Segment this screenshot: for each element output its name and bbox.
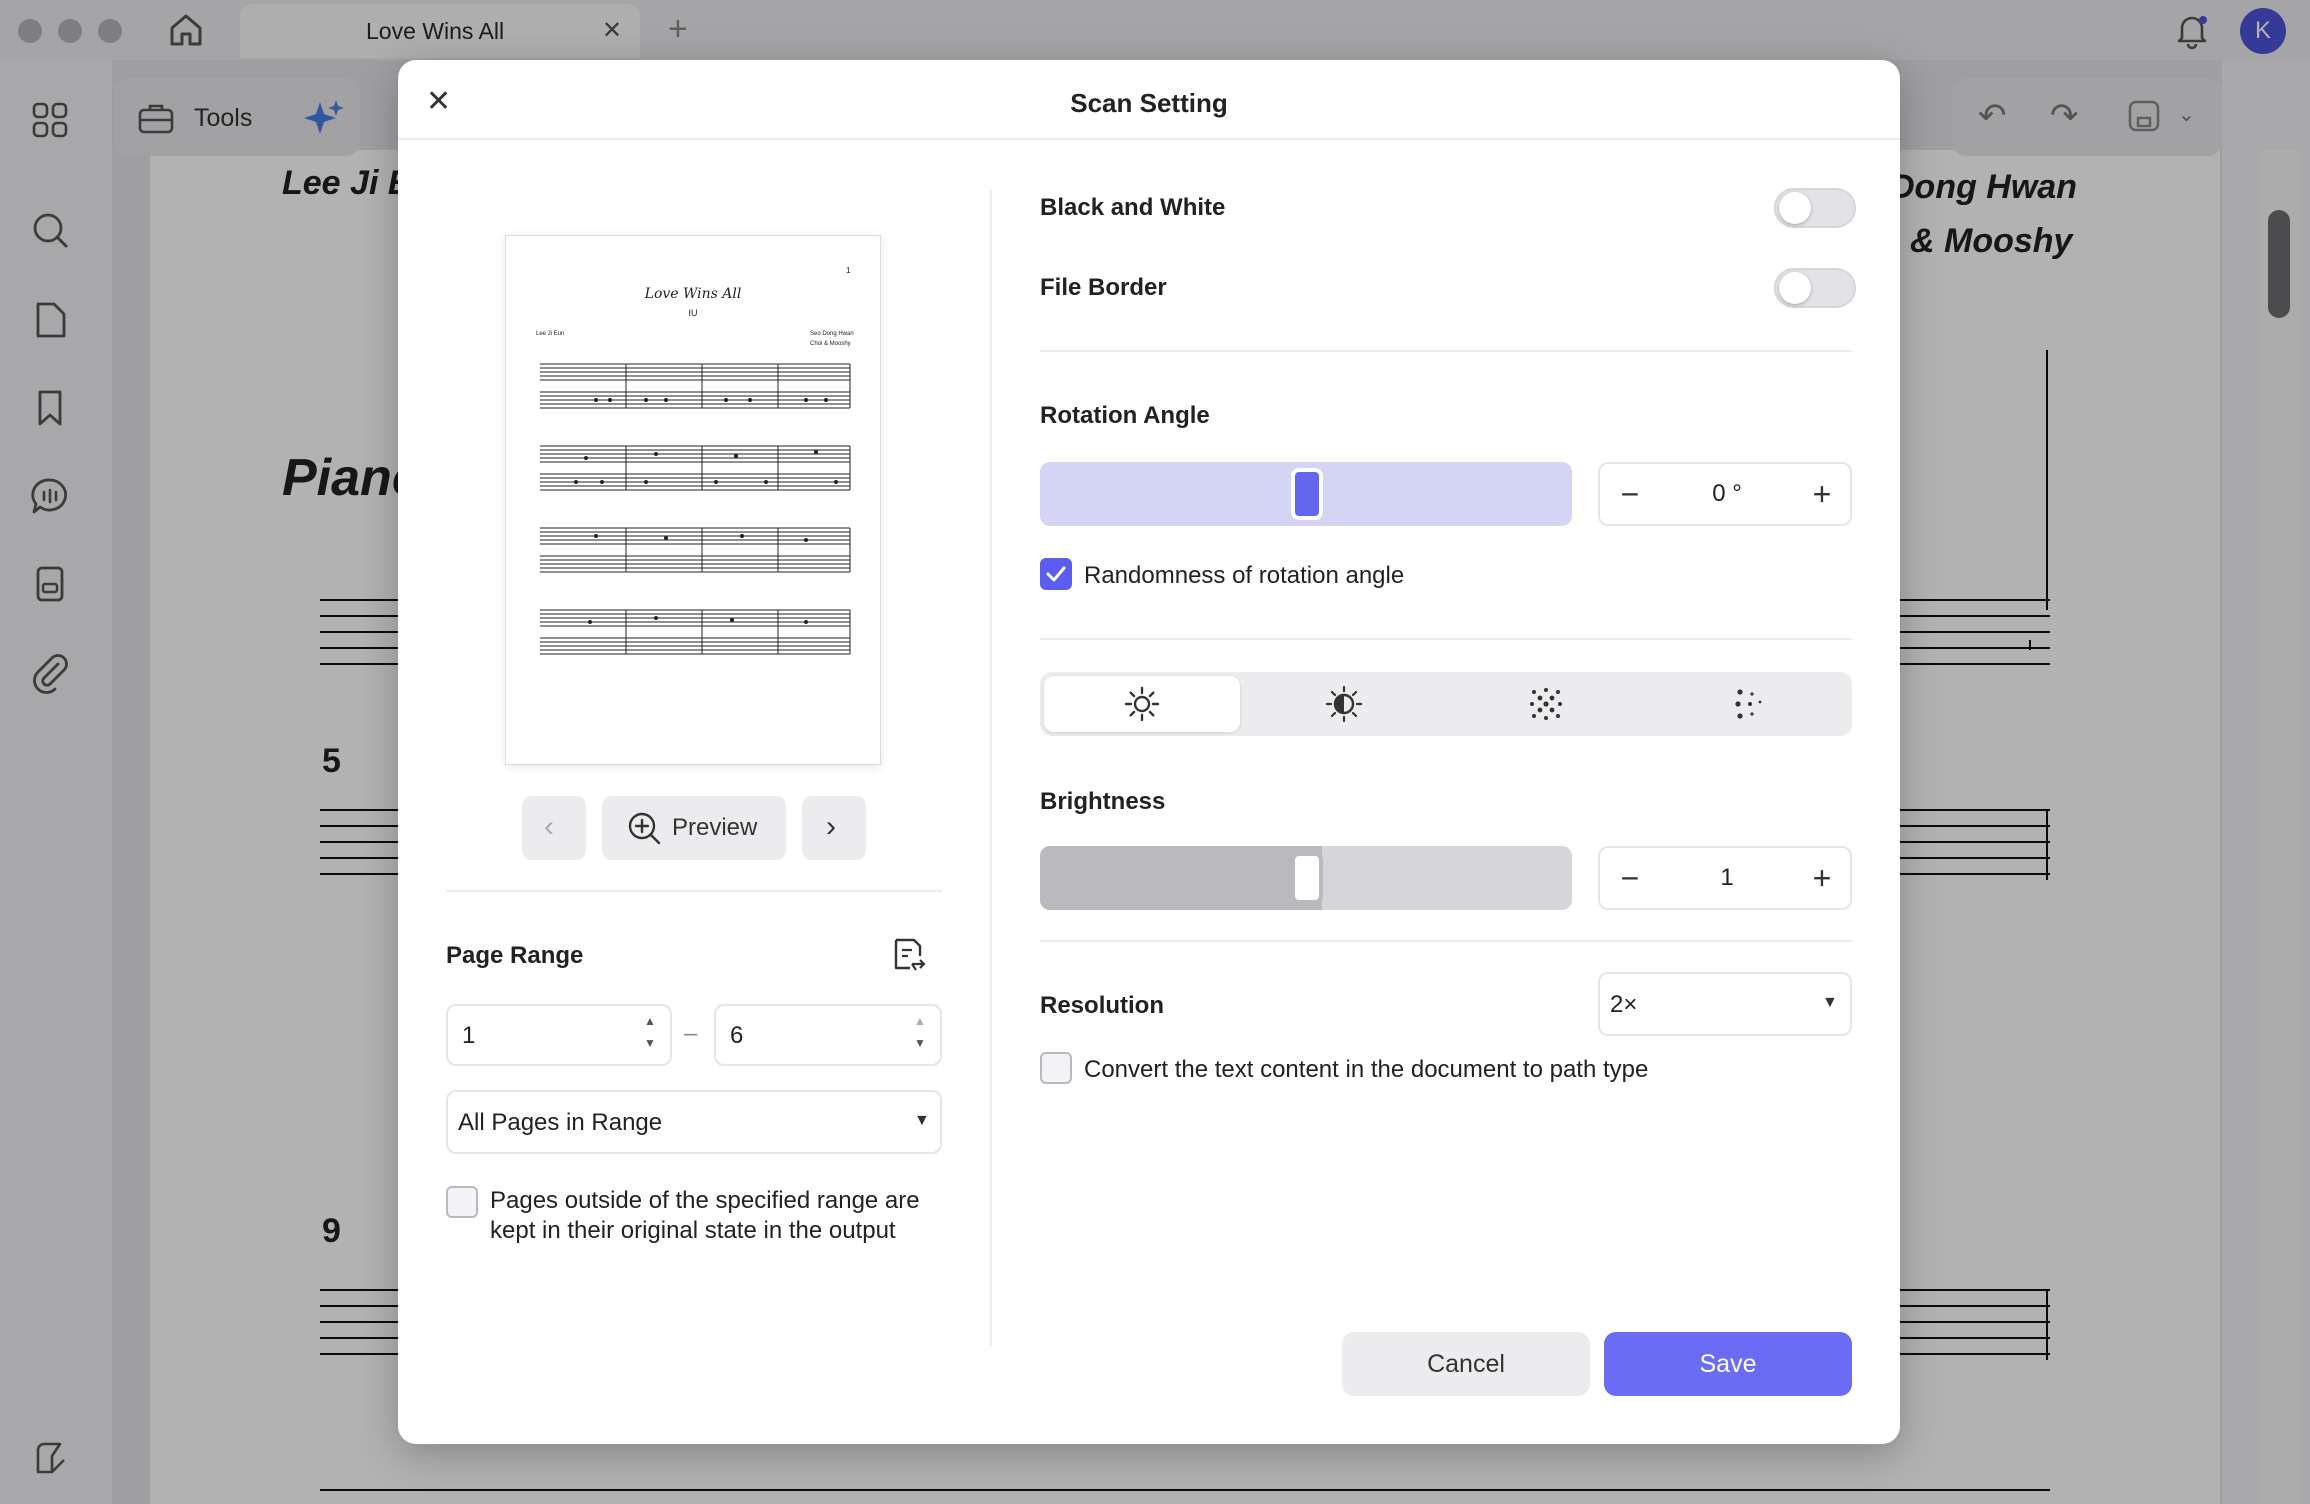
divider xyxy=(1040,940,1852,942)
resolution-label: Resolution xyxy=(1040,992,1164,1019)
convert-text-checkbox[interactable] xyxy=(1040,1052,1072,1084)
randomness-label: Randomness of rotation angle xyxy=(1084,562,1405,589)
spin-down-icon[interactable]: ▼ xyxy=(914,1036,926,1050)
randomness-checkbox[interactable] xyxy=(1040,558,1072,590)
brightness-slider-fill xyxy=(1040,846,1322,910)
scan-setting-dialog: ✕ Scan Setting 1 Love Wins All IU Lee Ji… xyxy=(398,60,1900,1444)
rotation-slider-handle[interactable] xyxy=(1291,468,1323,520)
save-button[interactable]: Save xyxy=(1604,1332,1852,1396)
range-dash: – xyxy=(684,1020,698,1047)
divider xyxy=(398,138,1900,140)
minus-icon[interactable]: − xyxy=(1612,476,1648,513)
file-border-toggle[interactable] xyxy=(1774,268,1856,308)
spin-up-icon[interactable]: ▲ xyxy=(914,1014,926,1028)
contrast-icon xyxy=(1325,685,1363,723)
spin-down-icon[interactable]: ▼ xyxy=(644,1036,656,1050)
previous-page-button[interactable]: ‹ xyxy=(522,796,586,860)
rotation-angle-label: Rotation Angle xyxy=(1040,402,1210,429)
toggle-knob xyxy=(1779,272,1811,304)
tab-noise[interactable] xyxy=(1650,676,1846,732)
noise-icon xyxy=(1735,689,1762,719)
page-to-value: 6 xyxy=(730,1022,744,1049)
toggle-knob xyxy=(1779,192,1811,224)
plus-icon[interactable]: + xyxy=(1804,860,1840,897)
cancel-button[interactable]: Cancel xyxy=(1342,1332,1590,1396)
brightness-value[interactable]: 1 xyxy=(1660,864,1794,892)
black-white-label: Black and White xyxy=(1040,194,1226,221)
brightness-stepper: − 1 + xyxy=(1598,846,1852,910)
adjustment-tabs xyxy=(1040,672,1852,736)
tab-brightness[interactable] xyxy=(1044,676,1240,732)
zoom-in-icon xyxy=(626,810,662,846)
spin-up-icon[interactable]: ▲ xyxy=(644,1014,656,1028)
sharpness-icon xyxy=(1530,688,1562,720)
page-from-value: 1 xyxy=(462,1022,476,1049)
preview-button[interactable]: Preview xyxy=(602,796,786,860)
resolution-value: 2× xyxy=(1610,991,1638,1018)
divider xyxy=(1040,638,1852,640)
divider xyxy=(990,190,992,1346)
rotation-stepper: − 0 ° + xyxy=(1598,462,1852,526)
brightness-slider-handle[interactable] xyxy=(1291,852,1323,904)
check-icon xyxy=(1046,566,1066,582)
chevron-right-icon: › xyxy=(826,810,836,843)
dropdown-arrow-icon: ▼ xyxy=(914,1112,930,1129)
dropdown-arrow-icon: ▼ xyxy=(1822,994,1838,1011)
tab-sharpness[interactable] xyxy=(1448,676,1644,732)
convert-text-label: Convert the text content in the document… xyxy=(1084,1056,1649,1083)
black-white-toggle[interactable] xyxy=(1774,188,1856,228)
minus-icon[interactable]: − xyxy=(1612,860,1648,897)
brightness-icon xyxy=(1124,686,1160,722)
resolution-select[interactable]: 2× ▼ xyxy=(1598,972,1852,1036)
divider xyxy=(1040,350,1852,352)
page-range-label: Page Range xyxy=(446,942,584,969)
chevron-left-icon: ‹ xyxy=(544,810,554,843)
rotation-value[interactable]: 0 ° xyxy=(1660,480,1794,508)
next-page-button[interactable]: › xyxy=(802,796,866,860)
preview-label: Preview xyxy=(672,814,758,841)
file-border-label: File Border xyxy=(1040,274,1167,301)
brightness-label: Brightness xyxy=(1040,788,1166,815)
page-thumbnail: 1 Love Wins All IU Lee Ji Eun Seo Dong H… xyxy=(506,236,880,764)
keep-outside-pages-label: Pages outside of the specified range are… xyxy=(490,1187,920,1244)
brightness-slider[interactable] xyxy=(1040,846,1572,910)
page-subset-select[interactable]: All Pages in Range ▼ xyxy=(446,1090,942,1154)
page-subset-value: All Pages in Range xyxy=(458,1109,663,1136)
page-range-swap-icon[interactable] xyxy=(888,934,928,974)
dialog-title: Scan Setting xyxy=(1070,88,1228,118)
plus-icon[interactable]: + xyxy=(1804,476,1840,513)
tab-contrast[interactable] xyxy=(1246,676,1442,732)
page-from-stepper[interactable]: 1 ▲ ▼ xyxy=(446,1004,672,1066)
divider xyxy=(446,890,942,892)
page-to-stepper[interactable]: 6 ▲ ▼ xyxy=(714,1004,942,1066)
keep-outside-pages-checkbox[interactable] xyxy=(446,1186,478,1218)
rotation-slider[interactable] xyxy=(1040,462,1572,526)
